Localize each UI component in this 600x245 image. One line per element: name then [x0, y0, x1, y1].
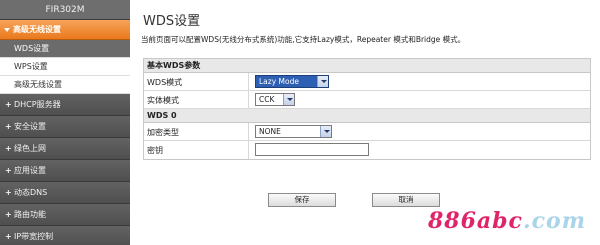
site-watermark: 886abc.com — [428, 208, 586, 234]
sidebar-item-applications[interactable]: + 应用设置 — [0, 160, 130, 182]
page-title: WDS设置 — [143, 14, 201, 29]
watermark-suffix: .com — [522, 208, 586, 234]
sidebar: FIR302M 高级无线设置 WDS设置 WPS设置 高级无线设置 + DHCP服… — [0, 0, 130, 245]
sidebar-item-routing[interactable]: + 路由功能 — [0, 204, 130, 226]
dropdown-arrow-icon — [283, 94, 294, 105]
plus-icon: + — [5, 144, 12, 153]
caret-down-icon — [4, 27, 10, 32]
encryption-value: NONE — [259, 127, 281, 136]
phy-mode-label: 实体模式 — [147, 96, 179, 105]
plus-icon: + — [5, 232, 12, 241]
sidebar-subitem-wps[interactable]: WPS设置 — [0, 58, 130, 76]
sidebar-item-parental[interactable]: + 绿色上网 — [0, 138, 130, 160]
sidebar-item-label: 路由功能 — [14, 210, 46, 219]
wds-mode-value: Lazy Mode — [259, 77, 299, 86]
sidebar-item-label: 应用设置 — [14, 166, 46, 175]
section-heading-wds0: WDS 0 — [144, 109, 590, 123]
sidebar-subitem-wds[interactable]: WDS设置 — [0, 40, 130, 58]
sidebar-item-advanced-wireless[interactable]: 高级无线设置 — [0, 20, 130, 40]
brand-model: FIR302M — [0, 0, 130, 20]
key-label: 密钥 — [147, 146, 163, 155]
section-heading-basic: 基本WDS参数 — [144, 59, 590, 73]
sidebar-subitem-advanced-wireless[interactable]: 高级无线设置 — [0, 76, 130, 94]
encryption-label: 加密类型 — [147, 128, 179, 137]
submenu: WDS设置 WPS设置 高级无线设置 — [0, 40, 130, 94]
plus-icon: + — [5, 100, 12, 109]
plus-icon: + — [5, 188, 12, 197]
phy-mode-value: CCK — [259, 95, 275, 104]
sidebar-item-label: 绿色上网 — [14, 144, 46, 153]
sidebar-item-bandwidth[interactable]: + IP带宽控制 — [0, 226, 130, 245]
wds-mode-label: WDS模式 — [147, 78, 183, 87]
cancel-button[interactable]: 取消 — [372, 193, 440, 207]
row-encryption: 加密类型 NONE — [144, 123, 590, 141]
dropdown-arrow-icon — [317, 76, 328, 87]
sidebar-item-label: 高级无线设置 — [13, 25, 61, 34]
sidebar-item-label: IP带宽控制 — [14, 232, 54, 241]
sidebar-item-ddns[interactable]: + 动态DNS — [0, 182, 130, 204]
sidebar-item-label: 动态DNS — [14, 188, 48, 197]
encryption-select[interactable]: NONE — [255, 125, 332, 138]
key-input[interactable] — [255, 143, 369, 156]
page-description: 当前页面可以配置WDS(无线分布式系统)功能,它支持Lazy模式，Repeate… — [141, 35, 466, 44]
row-phy-mode: 实体模式 CCK — [144, 91, 590, 109]
row-key: 密钥 — [144, 141, 590, 159]
watermark-text: 886abc — [428, 208, 523, 234]
save-button[interactable]: 保存 — [268, 193, 336, 207]
sidebar-item-dhcp[interactable]: + DHCP服务器 — [0, 94, 130, 116]
dropdown-arrow-icon — [320, 126, 331, 137]
row-wds-mode: WDS模式 Lazy Mode — [144, 73, 590, 91]
plus-icon: + — [5, 210, 12, 219]
wds-mode-select[interactable]: Lazy Mode — [255, 75, 329, 88]
phy-mode-select[interactable]: CCK — [255, 93, 295, 106]
sidebar-item-label: DHCP服务器 — [14, 100, 61, 109]
sidebar-item-security[interactable]: + 安全设置 — [0, 116, 130, 138]
plus-icon: + — [5, 122, 12, 131]
settings-panel: 基本WDS参数 WDS模式 Lazy Mode 实体模式 CCK WDS 0 加… — [143, 58, 591, 160]
sidebar-item-label: 安全设置 — [14, 122, 46, 131]
plus-icon: + — [5, 166, 12, 175]
